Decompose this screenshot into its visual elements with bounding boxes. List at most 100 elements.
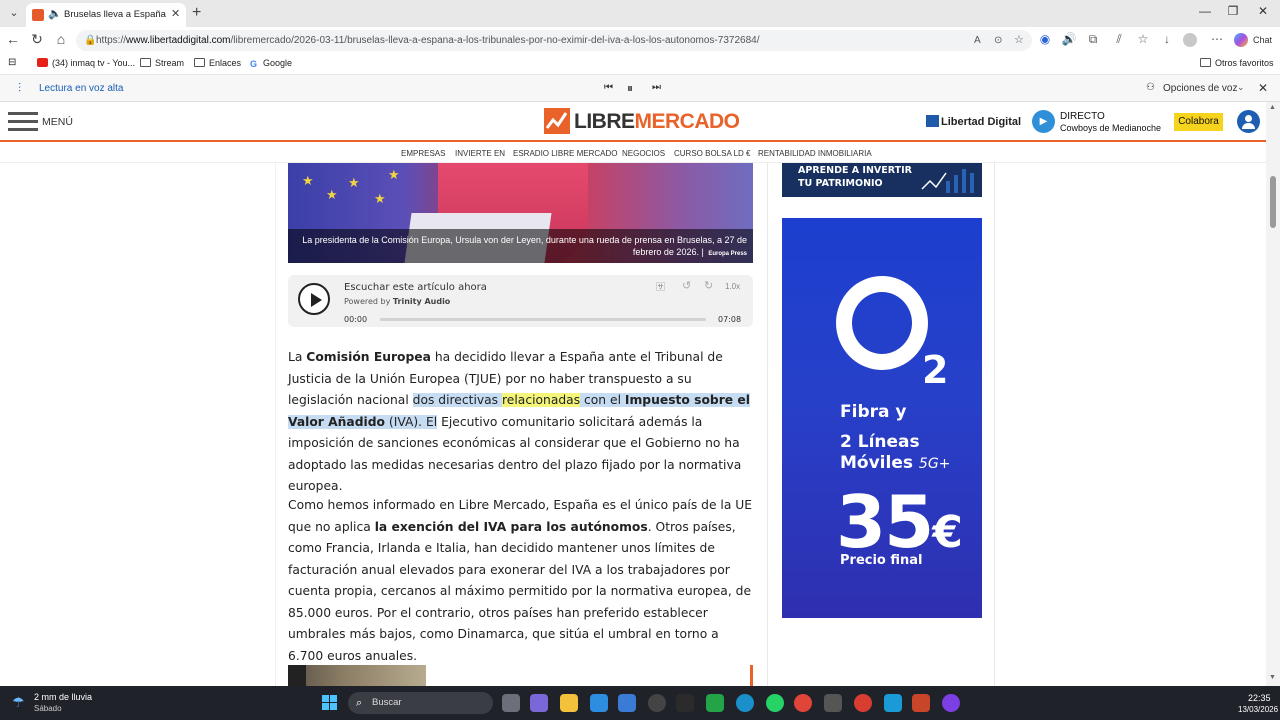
- chrome-icon[interactable]: [794, 694, 812, 712]
- o2-ad-banner[interactable]: 2 Fibra y 2 Líneas Móviles 5G+ 35€ Preci…: [782, 218, 982, 618]
- app-icon[interactable]: [706, 694, 724, 712]
- related-article-card[interactable]: [288, 665, 753, 686]
- pause-icon[interactable]: ⏸: [627, 81, 633, 96]
- logo-chart-icon: [544, 108, 570, 134]
- refresh-icon[interactable]: ↻: [27, 31, 47, 48]
- libertad-digital-logo[interactable]: Libertad Digital: [926, 115, 1021, 128]
- mail-icon[interactable]: [618, 694, 636, 712]
- chrome-profile-icon[interactable]: [854, 694, 872, 712]
- window-close-icon[interactable]: ✕: [1248, 4, 1278, 18]
- favorite-star-icon[interactable]: ☆: [1014, 30, 1024, 51]
- scroll-up-icon[interactable]: ▲: [1269, 104, 1276, 111]
- tab-actions-menu-icon[interactable]: ⌄: [4, 4, 24, 23]
- copilot-icon[interactable]: [1234, 33, 1248, 47]
- menu-label[interactable]: MENÚ: [42, 116, 73, 128]
- read-aloud-icon[interactable]: A: [974, 30, 981, 51]
- more-tools-icon[interactable]: ⊙: [994, 30, 1002, 51]
- profile-avatar[interactable]: [1183, 33, 1197, 47]
- favorite-google[interactable]: G Google: [250, 58, 292, 69]
- powerpoint-icon[interactable]: [912, 694, 930, 712]
- nav-esradio[interactable]: ESRADIO LIBRE MERCADO: [513, 149, 617, 158]
- extension-icon[interactable]: ◉: [1036, 32, 1054, 46]
- scrollbar-thumb[interactable]: [1270, 176, 1276, 228]
- colabora-button[interactable]: Colabora: [1174, 113, 1223, 131]
- store-icon[interactable]: [590, 694, 608, 712]
- section-nav: EMPRESAS INVIERTE EN ESRADIO LIBRE MERCA…: [0, 144, 1266, 163]
- translate-icon[interactable]: 🈂: [656, 280, 665, 293]
- taskbar: ☂ 2 mm de lluvia Sábado ⌕ Buscar 22:35 1…: [0, 686, 1280, 720]
- play-icon[interactable]: [298, 283, 330, 315]
- tab-strip: ⌄ 🔈 Bruselas lleva a España a los t ✕ + …: [0, 0, 1280, 27]
- task-view-icon[interactable]: [502, 694, 520, 712]
- favorites-toggle-icon[interactable]: ⊟: [8, 57, 16, 68]
- nav-empresas[interactable]: EMPRESAS: [401, 149, 445, 158]
- page-scrollbar[interactable]: ▲ ▼: [1266, 102, 1280, 686]
- app-icon[interactable]: [676, 694, 694, 712]
- live-show-name[interactable]: Cowboys de Medianoche: [1060, 123, 1161, 133]
- o2-logo-subscript: 2: [922, 348, 949, 392]
- new-tab-icon[interactable]: +: [192, 4, 201, 22]
- playback-speed[interactable]: 1.0x: [725, 282, 740, 291]
- whatsapp-icon[interactable]: [766, 694, 784, 712]
- scroll-down-icon[interactable]: ▼: [1269, 674, 1276, 681]
- nav-invierte-en[interactable]: INVIERTE EN: [455, 149, 505, 158]
- active-tab[interactable]: 🔈 Bruselas lleva a España a los t ✕: [26, 3, 186, 27]
- previous-paragraph-icon[interactable]: ⏮: [604, 82, 613, 93]
- extensions-puzzle-icon[interactable]: ⧉: [1084, 32, 1102, 47]
- nav-curso-bolsa[interactable]: CURSO BOLSA LD €: [674, 149, 750, 158]
- chevron-down-icon[interactable]: ⌄: [1237, 82, 1245, 93]
- url-text: https://www.libertaddigital.com/libremer…: [96, 35, 760, 46]
- live-radio-play-icon[interactable]: ▶: [1032, 110, 1055, 133]
- google-icon: G: [250, 59, 258, 69]
- next-paragraph-icon[interactable]: ⏭: [652, 82, 661, 93]
- nav-negocios[interactable]: NEGOCIOS: [622, 149, 665, 158]
- clock-time[interactable]: 22:35: [1248, 693, 1271, 703]
- back-icon[interactable]: ←: [3, 31, 23, 47]
- downloads-icon[interactable]: ↓: [1158, 32, 1176, 46]
- address-bar[interactable]: 🔒 https://www.libertaddigital.com/librem…: [76, 30, 1032, 51]
- weather-text[interactable]: 2 mm de lluvia: [34, 692, 92, 702]
- app-icon[interactable]: [824, 694, 842, 712]
- media-control-icon[interactable]: 🔊: [1060, 32, 1078, 46]
- maximize-icon[interactable]: ❐: [1218, 4, 1248, 18]
- audio-playing-icon[interactable]: 🔈: [48, 7, 62, 20]
- related-article-badge: [288, 665, 306, 686]
- taskbar-search[interactable]: ⌕ Buscar: [348, 692, 493, 714]
- close-read-aloud-icon[interactable]: ✕: [1258, 81, 1268, 95]
- favorite-stream[interactable]: Stream: [140, 58, 184, 68]
- tab-close-icon[interactable]: ✕: [171, 7, 180, 20]
- lock-icon[interactable]: 🔒: [84, 30, 96, 51]
- favorite-enlaces[interactable]: Enlaces: [194, 58, 241, 68]
- favorite-youtube[interactable]: (34) inmaq tv - You...: [37, 58, 135, 68]
- rewind-icon[interactable]: ↺: [682, 279, 691, 292]
- file-explorer-icon[interactable]: [560, 694, 578, 712]
- app-icon[interactable]: [942, 694, 960, 712]
- user-account-icon[interactable]: [1237, 110, 1260, 133]
- settings-more-icon[interactable]: ⋯: [1208, 32, 1226, 46]
- edge-icon[interactable]: [736, 694, 754, 712]
- other-favorites[interactable]: Otros favoritos: [1200, 58, 1274, 68]
- app-icon[interactable]: [884, 694, 902, 712]
- voice-options-button[interactable]: Opciones de voz: [1163, 83, 1238, 94]
- favorites-icon[interactable]: ☆: [1134, 32, 1152, 46]
- split-screen-icon[interactable]: ⫽: [1110, 32, 1128, 47]
- tab-title: Bruselas lleva a España a los t: [64, 9, 168, 20]
- weather-day[interactable]: Sábado: [34, 704, 62, 713]
- app-icon[interactable]: [648, 694, 666, 712]
- hamburger-menu-icon[interactable]: [8, 112, 38, 132]
- teams-icon[interactable]: [530, 694, 548, 712]
- caption-text: La presidenta de la Comisión Europa, Urs…: [302, 235, 747, 257]
- clock-date[interactable]: 13/03/2026: [1238, 705, 1278, 714]
- rain-weather-icon[interactable]: ☂: [12, 694, 25, 711]
- minimize-icon[interactable]: —: [1190, 4, 1220, 18]
- nav-rentabilidad[interactable]: RENTABILIDAD INMOBILIARIA: [758, 149, 872, 158]
- libertad-digital-mark-icon: [926, 115, 939, 127]
- windows-start-icon[interactable]: [322, 695, 338, 711]
- live-label[interactable]: DIRECTO: [1060, 111, 1105, 122]
- chat-label[interactable]: Chat: [1253, 35, 1272, 45]
- invest-ad-banner[interactable]: APRENDE A INVERTIR TU PATRIMONIO: [782, 163, 982, 197]
- home-icon[interactable]: ⌂: [51, 31, 71, 47]
- player-progress-bar[interactable]: [380, 318, 706, 321]
- forward-icon[interactable]: ↻: [704, 279, 713, 292]
- voice-options-icon[interactable]: ⚇: [1146, 82, 1155, 93]
